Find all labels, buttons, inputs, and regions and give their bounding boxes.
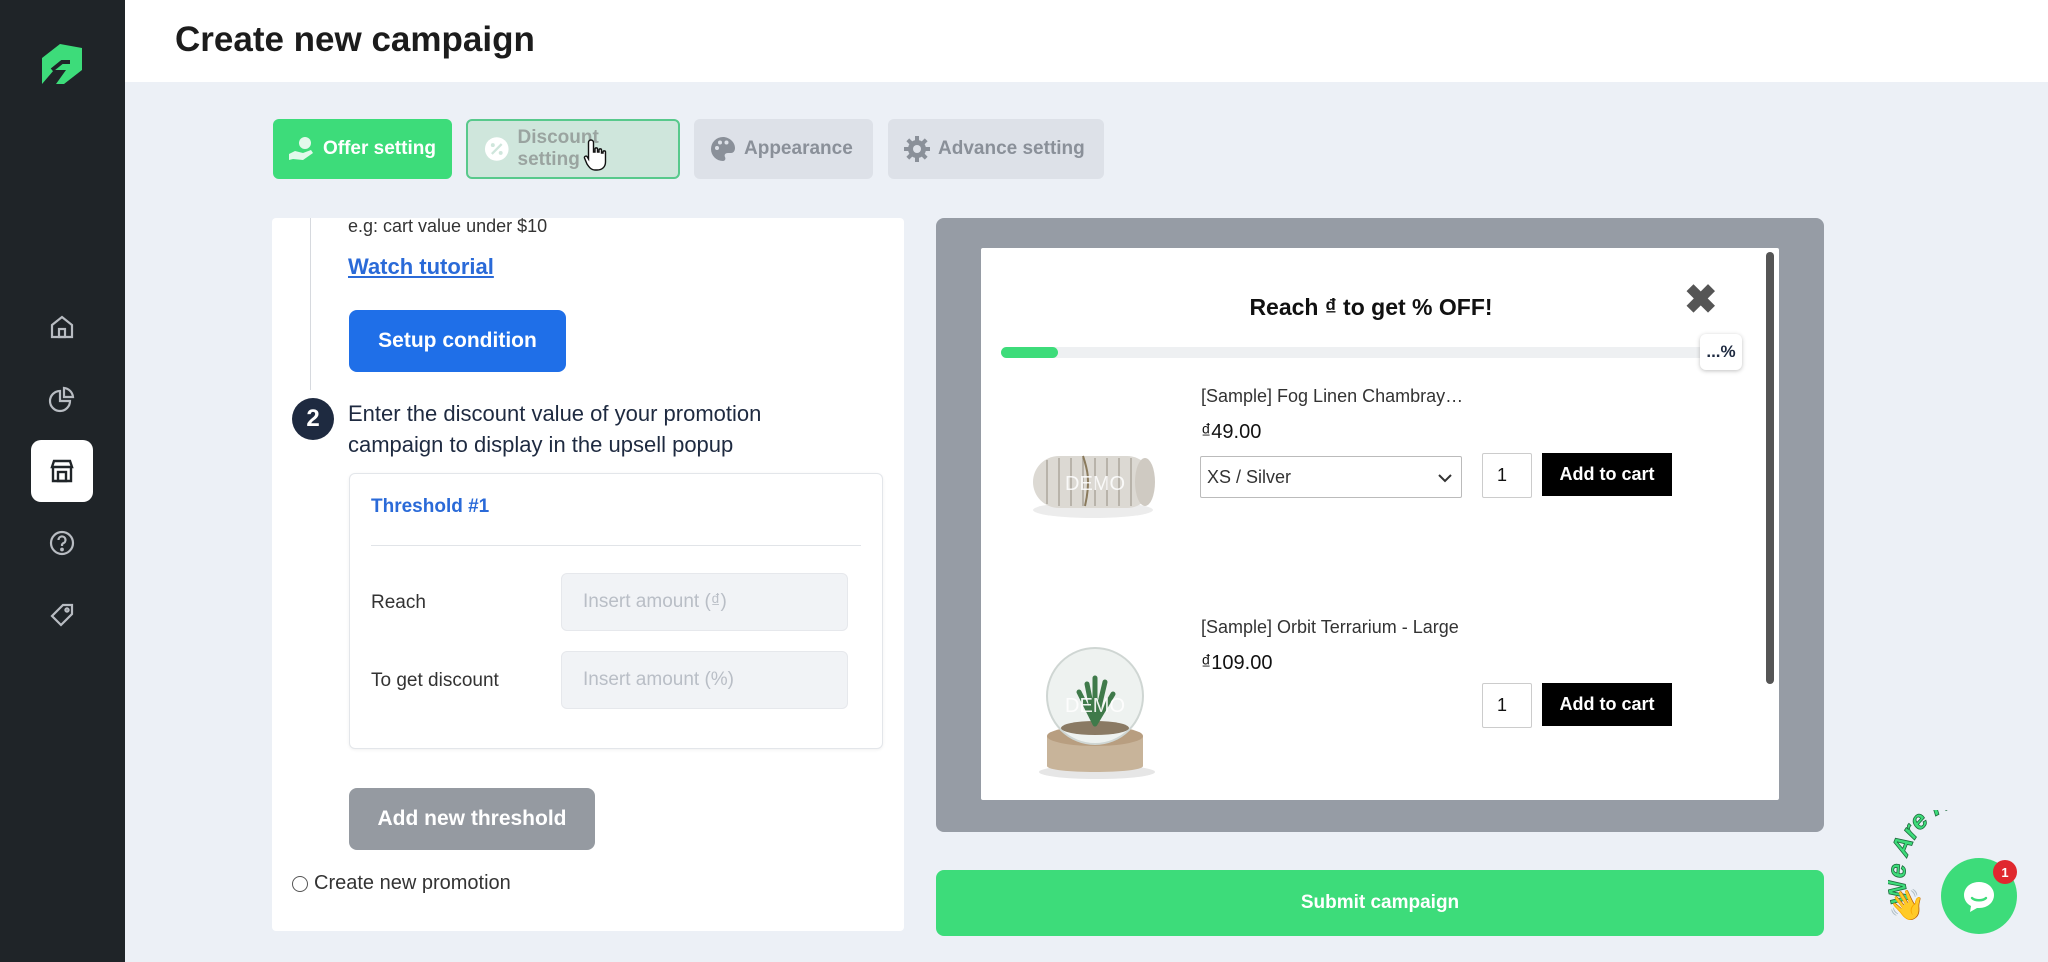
- divider: [371, 545, 861, 546]
- sidebar-item-store[interactable]: [31, 440, 93, 502]
- palette-icon: [711, 137, 735, 161]
- page-header: Create new campaign: [125, 0, 2048, 82]
- sidebar-item-analytics[interactable]: [31, 368, 93, 430]
- progress-bar-fill: [1001, 347, 1059, 358]
- tab-offer-setting[interactable]: Offer setting: [273, 119, 452, 179]
- tab-advance-setting[interactable]: Advance setting: [888, 119, 1104, 179]
- app-logo-icon[interactable]: [38, 40, 86, 88]
- close-icon[interactable]: ✖: [1684, 280, 1718, 320]
- discount-amount-input[interactable]: [561, 651, 848, 709]
- tab-appearance-label: Appearance: [744, 138, 853, 159]
- tab-advance-setting-label: Advance setting: [938, 138, 1085, 159]
- chevron-down-icon: [1438, 474, 1452, 483]
- create-promotion-radio[interactable]: [292, 875, 308, 892]
- quantity-input[interactable]: 1: [1482, 453, 1532, 498]
- step-description: Enter the discount value of your promoti…: [348, 401, 762, 457]
- step-connector-line: [310, 218, 311, 390]
- condition-hint: e.g: cart value under $10: [348, 216, 548, 236]
- tab-appearance[interactable]: Appearance: [694, 119, 873, 179]
- product-price: ₫49.00: [1201, 421, 1262, 443]
- svg-text:DEMO: DEMO: [1065, 695, 1125, 717]
- svg-text:DEMO: DEMO: [1065, 473, 1125, 495]
- hand-coin-icon: [289, 137, 313, 160]
- notification-badge: 1: [1993, 860, 2017, 884]
- store-icon: [50, 459, 74, 483]
- tab-discount-setting[interactable]: Discount setting: [466, 119, 680, 179]
- sidebar-item-home[interactable]: [31, 296, 93, 358]
- tab-offer-setting-label: Offer setting: [323, 138, 436, 159]
- threshold-title: Threshold #1: [371, 496, 490, 517]
- quantity-input[interactable]: 1: [1482, 683, 1532, 728]
- reach-amount-input[interactable]: [561, 573, 848, 631]
- watch-tutorial-link[interactable]: Watch tutorial: [348, 254, 494, 280]
- product-name[interactable]: [Sample] Fog Linen Chambray…: [1201, 386, 1463, 407]
- setup-condition-button[interactable]: Setup condition: [349, 310, 566, 372]
- tag-icon: [50, 603, 74, 627]
- threshold-card: Threshold #1 Reach To get discount: [349, 473, 883, 749]
- add-to-cart-button[interactable]: Add to cart: [1542, 683, 1672, 726]
- waving-hand-icon: 👋: [1888, 889, 1926, 922]
- create-promotion-option[interactable]: Create new promotion: [292, 872, 511, 895]
- popup-scrollbar[interactable]: [1766, 252, 1774, 684]
- create-promotion-label: Create new promotion: [314, 872, 511, 894]
- chart-pie-icon: [48, 386, 75, 413]
- progress-bar: [1001, 347, 1719, 358]
- sidebar: [0, 0, 125, 962]
- help-icon: [49, 530, 75, 556]
- sidebar-item-help[interactable]: [31, 512, 93, 574]
- add-to-cart-button[interactable]: Add to cart: [1542, 453, 1672, 496]
- discount-label: To get discount: [371, 670, 499, 691]
- gear-icon: [904, 136, 930, 162]
- popup-title: Reach ₫ to get % OFF!: [1249, 294, 1493, 320]
- chat-icon: [1964, 882, 1994, 912]
- pointer-cursor-icon: [583, 139, 607, 171]
- add-new-threshold-button[interactable]: Add new threshold: [349, 788, 595, 850]
- sidebar-item-tags[interactable]: [31, 584, 93, 646]
- product-price: ₫109.00: [1201, 652, 1273, 674]
- product-image-terrarium: DEMO: [1039, 647, 1155, 779]
- variant-select-value: XS / Silver: [1207, 466, 1292, 487]
- page-title: Create new campaign: [175, 20, 535, 59]
- step-number-badge: 2: [292, 398, 334, 440]
- product-name[interactable]: [Sample] Orbit Terrarium - Large: [1201, 617, 1459, 638]
- home-icon: [50, 315, 74, 339]
- percent-badge-icon: [484, 137, 509, 161]
- reach-label: Reach: [371, 592, 426, 613]
- chat-widget[interactable]: We Are Here! 👋 1: [1888, 810, 2048, 962]
- progress-badge: ...%: [1700, 334, 1742, 370]
- product-image-towel: DEMO: [1033, 455, 1155, 518]
- variant-select[interactable]: XS / Silver: [1200, 456, 1462, 498]
- submit-campaign-button[interactable]: Submit campaign: [936, 870, 1824, 936]
